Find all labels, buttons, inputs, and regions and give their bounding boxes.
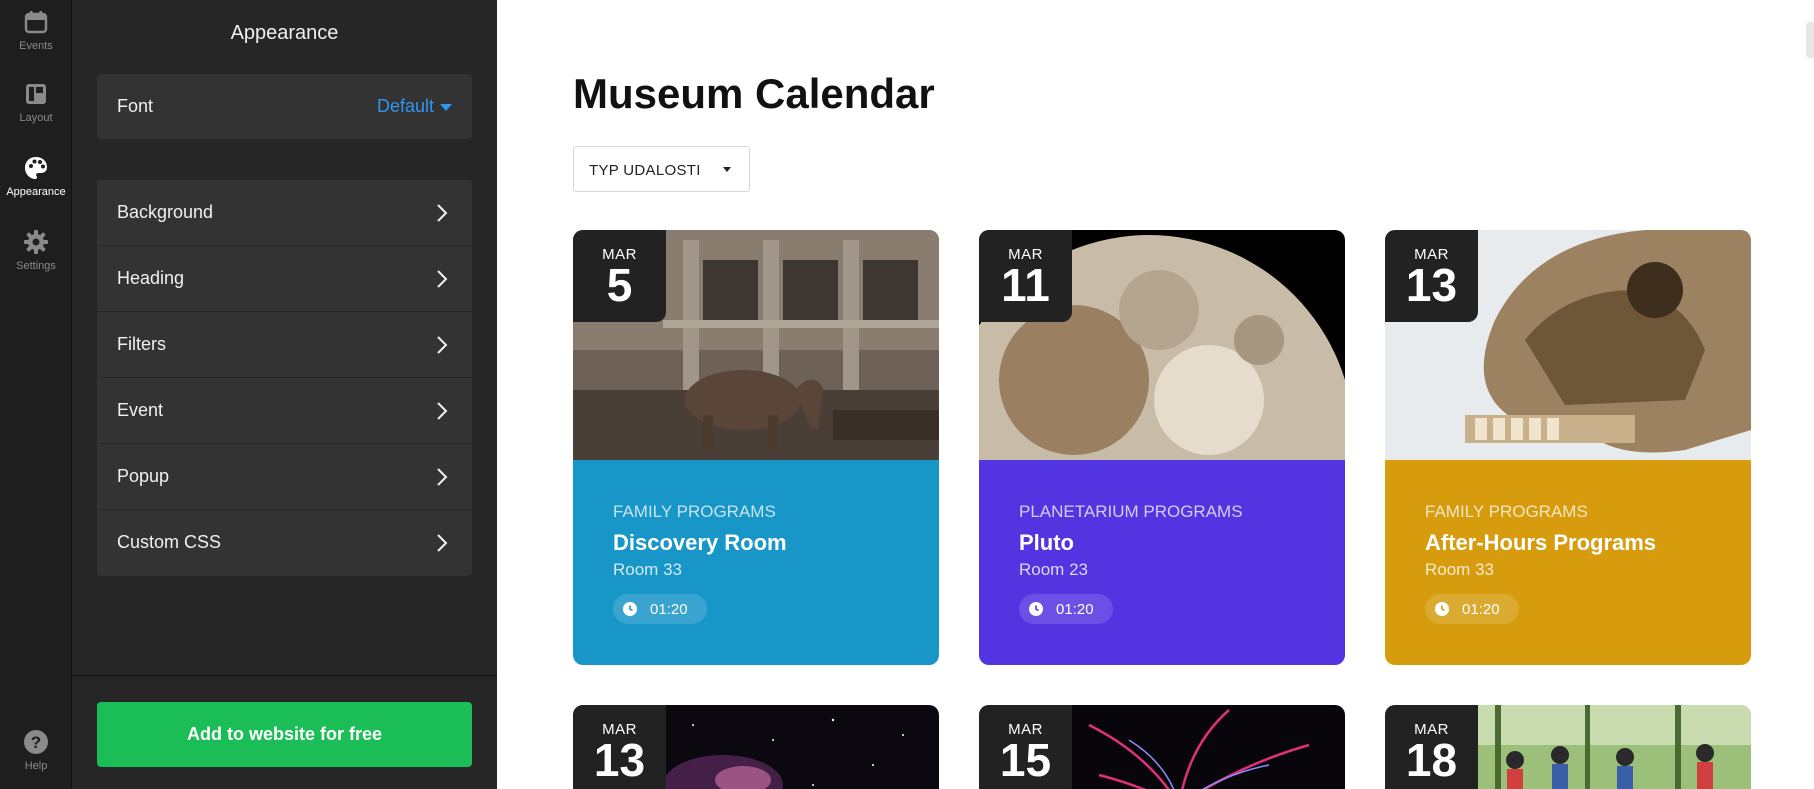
rail-label-settings: Settings: [16, 260, 56, 272]
event-card[interactable]: MAR 11 PLANETARIUM PROGRAMS Pluto Room 2…: [979, 230, 1345, 665]
caret-down-icon: [440, 104, 452, 111]
menu-item-heading[interactable]: Heading: [97, 246, 472, 312]
event-type-filter[interactable]: TYP UDALOSTI: [573, 146, 750, 192]
clock-icon: [1029, 602, 1043, 616]
chevron-right-icon: [437, 204, 448, 222]
date-day: 15: [999, 734, 1052, 786]
filter-label: TYP UDALOSTI: [589, 162, 701, 179]
menu-item-popup[interactable]: Popup: [97, 444, 472, 510]
date-day: 13: [1405, 259, 1458, 311]
palette-icon: [25, 157, 47, 179]
calendar-icon: [24, 11, 48, 34]
date-badge: MAR 5: [573, 230, 666, 322]
event-room: Room 33: [613, 560, 682, 579]
font-select[interactable]: Font Default: [97, 74, 472, 139]
menu-item-background[interactable]: Background: [97, 180, 472, 246]
event-time: 01:20: [1462, 601, 1500, 618]
event-name: Pluto: [1019, 530, 1074, 555]
svg-text:?: ?: [31, 733, 41, 752]
rail-item-appearance[interactable]: Appearance: [0, 146, 72, 218]
gear-icon: [24, 230, 48, 254]
clock-icon: [623, 602, 637, 616]
event-card[interactable]: MAR 13 FAMILY PROGRAMS After-Hours Progr…: [1385, 230, 1751, 665]
font-label: Font: [117, 96, 154, 116]
chevron-right-icon: [437, 336, 448, 354]
event-name: Discovery Room: [613, 530, 787, 555]
menu-item-label: Event: [117, 400, 164, 420]
date-badge: MAR 15: [979, 705, 1072, 789]
chevron-right-icon: [437, 402, 448, 420]
chevron-right-icon: [437, 468, 448, 486]
event-room: Room 23: [1019, 560, 1088, 579]
date-day: 5: [606, 259, 633, 311]
event-time: 01:20: [650, 601, 688, 618]
date-badge: MAR 13: [1385, 230, 1478, 322]
event-time-pill: 01:20: [613, 594, 707, 624]
event-card[interactable]: MAR 15: [979, 705, 1345, 789]
menu-item-label: Custom CSS: [117, 532, 222, 552]
clock-icon: [1435, 602, 1449, 616]
event-name: After-Hours Programs: [1425, 530, 1657, 555]
menu-item-label: Popup: [117, 466, 170, 486]
rail-label-layout: Layout: [19, 112, 53, 124]
event-card[interactable]: MAR 18: [1385, 705, 1751, 789]
menu-item-label: Filters: [117, 334, 166, 354]
appearance-menu: Background Heading Filters Event Popup C…: [97, 180, 472, 576]
appearance-panel: Appearance Font Default Background Headi…: [72, 0, 497, 789]
event-card[interactable]: MAR 13: [573, 705, 939, 789]
date-day: 11: [1001, 259, 1050, 311]
date-badge: MAR 11: [979, 230, 1072, 322]
rail-item-events[interactable]: Events: [0, 0, 72, 72]
rail-label-help: Help: [24, 760, 48, 772]
menu-item-event[interactable]: Event: [97, 378, 472, 444]
panel-divider: [72, 675, 497, 676]
font-value: Default: [376, 96, 434, 116]
date-day: 18: [1405, 734, 1458, 786]
question-icon: ?: [24, 730, 48, 754]
event-time-pill: 01:20: [1019, 594, 1113, 624]
event-time-pill: 01:20: [1425, 594, 1519, 624]
date-badge: MAR 13: [573, 705, 666, 789]
rail-item-layout[interactable]: Layout: [0, 72, 72, 144]
caret-down-icon: [723, 167, 731, 172]
menu-item-label: Background: [117, 202, 214, 222]
date-badge: MAR 18: [1385, 705, 1478, 789]
menu-item-label: Heading: [117, 268, 185, 288]
scrollbar-handle[interactable]: [1806, 22, 1814, 58]
calendar-preview: Museum Calendar TYP UDALOSTI MAR 5 FAMIL…: [497, 0, 1814, 789]
add-to-website-button[interactable]: Add to website for free: [97, 702, 472, 767]
menu-item-custom-css[interactable]: Custom CSS: [97, 510, 472, 576]
rail-label-appearance: Appearance: [6, 186, 66, 198]
chevron-right-icon: [437, 270, 448, 288]
rail-item-help[interactable]: ? Help: [0, 720, 72, 789]
event-room: Room 33: [1425, 560, 1494, 579]
rail-item-settings[interactable]: Settings: [0, 220, 72, 292]
rail-label-events: Events: [19, 40, 53, 52]
layout-icon: [26, 84, 46, 104]
event-category: FAMILY PROGRAMS: [613, 502, 776, 521]
icon-rail: Events Layout Appearance Settings ? Help: [0, 0, 72, 789]
page-title: Museum Calendar: [573, 70, 935, 117]
event-card[interactable]: MAR 5 FAMILY PROGRAMS Discovery Room Roo…: [573, 230, 939, 665]
panel-title: Appearance: [230, 22, 339, 44]
event-time: 01:20: [1056, 601, 1094, 618]
menu-item-filters[interactable]: Filters: [97, 312, 472, 378]
event-category: FAMILY PROGRAMS: [1425, 502, 1588, 521]
chevron-right-icon: [437, 534, 448, 552]
event-category: PLANETARIUM PROGRAMS: [1019, 502, 1243, 521]
date-day: 13: [593, 734, 646, 786]
